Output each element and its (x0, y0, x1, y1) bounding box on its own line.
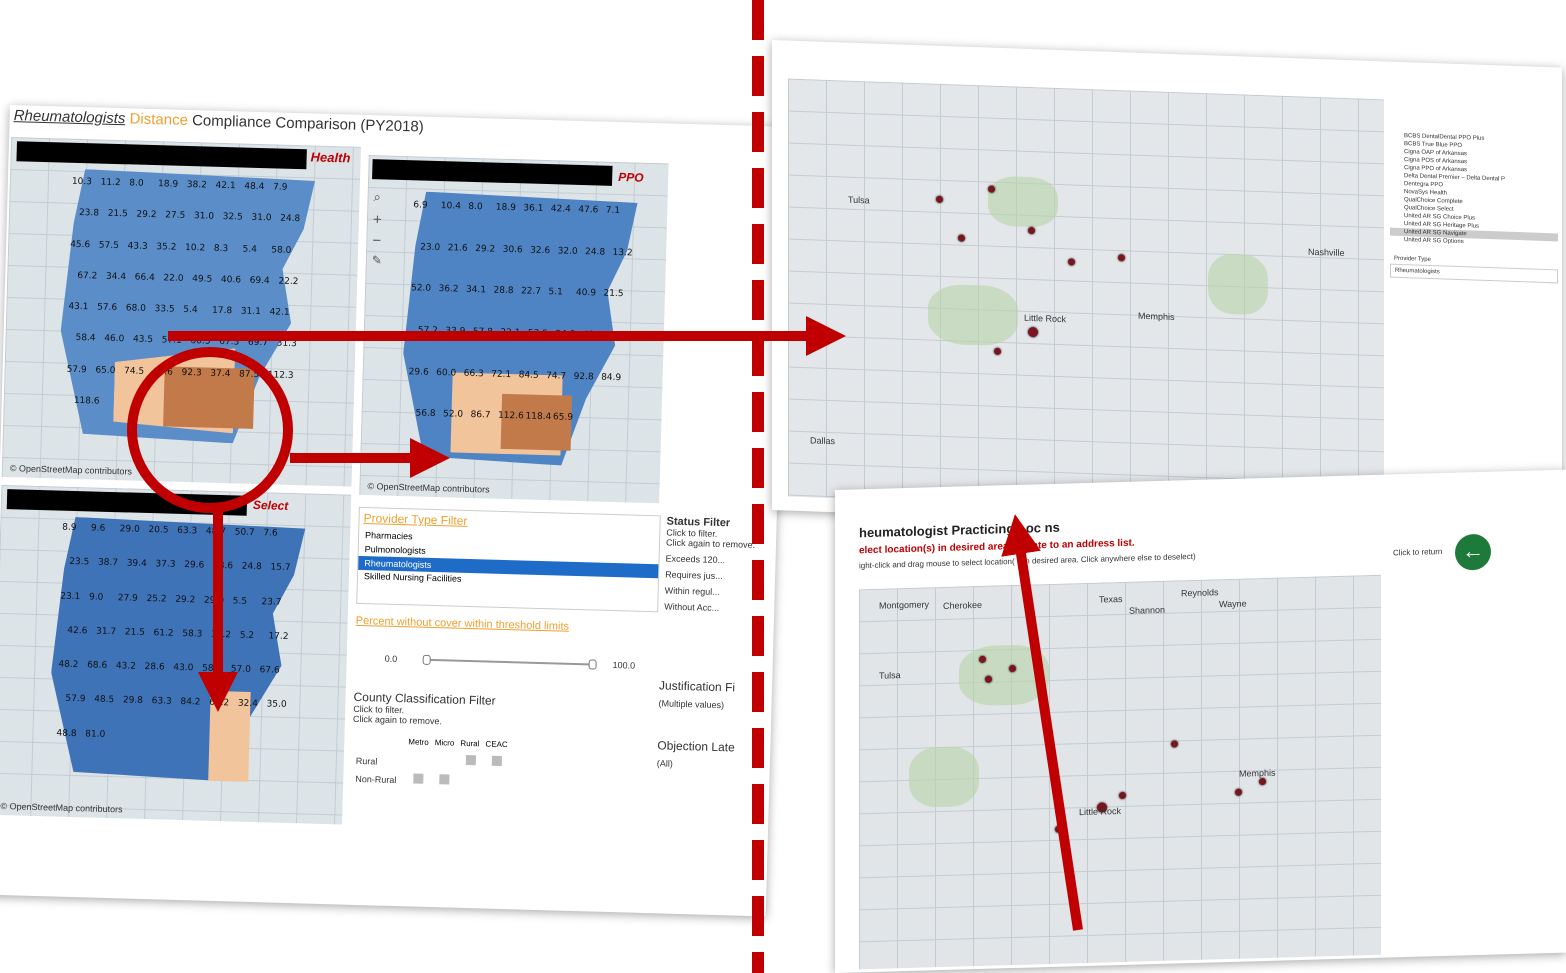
annotation-arrows (127, 316, 1083, 931)
highlight-circle (127, 347, 293, 513)
arrow-up-to-map (1001, 514, 1083, 931)
